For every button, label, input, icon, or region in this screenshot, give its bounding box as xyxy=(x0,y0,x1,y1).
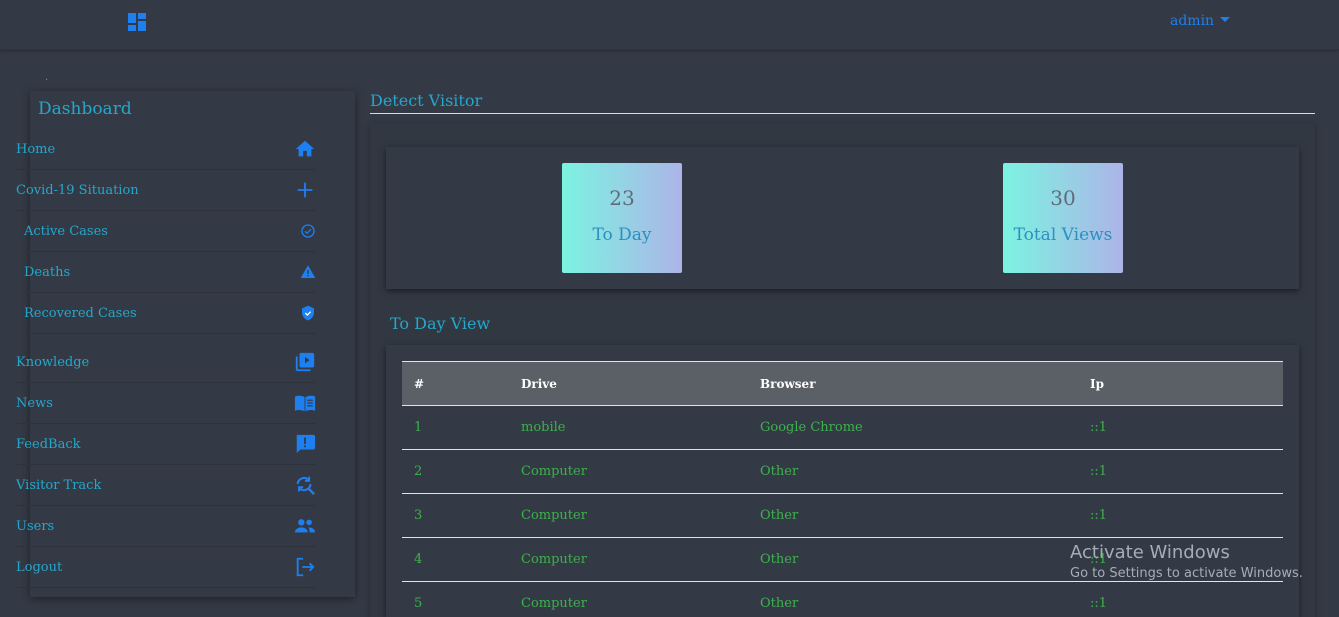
sidebar-title: Dashboard xyxy=(38,99,132,119)
shield-check-icon xyxy=(300,305,316,321)
sidebar-item-label: News xyxy=(16,395,53,411)
decorative-dot: . xyxy=(45,72,49,83)
table-title: To Day View xyxy=(390,314,491,333)
cell-number: 2 xyxy=(414,464,423,479)
page-title: Detect Visitor xyxy=(370,91,483,110)
cell-number: 5 xyxy=(414,596,423,611)
table-header-row: # Drive Browser Ip xyxy=(402,361,1283,406)
cell-ip: ::1 xyxy=(1090,508,1108,523)
sidebar-item-covid-situation[interactable]: Covid-19 Situation xyxy=(16,170,316,211)
cell-browser: Other xyxy=(760,508,799,523)
sidebar-item-label: Recovered Cases xyxy=(24,305,137,321)
stat-today-value: 23 xyxy=(609,186,635,210)
sidebar-item-label: Deaths xyxy=(24,264,71,280)
cell-number: 3 xyxy=(414,508,423,523)
warning-icon xyxy=(300,264,316,280)
stat-today-label: To Day xyxy=(592,225,652,245)
sidebar-item-logout[interactable]: Logout xyxy=(16,547,316,588)
sidebar-item-feedback[interactable]: FeedBack xyxy=(16,424,316,465)
video-library-icon xyxy=(294,351,316,373)
feedback-icon xyxy=(294,433,316,455)
watermark-title: Activate Windows xyxy=(1070,542,1230,563)
home-icon xyxy=(294,138,316,160)
stat-today: 23 To Day xyxy=(562,163,682,273)
logout-icon xyxy=(294,556,316,578)
cell-number: 1 xyxy=(414,420,423,435)
table-row: 5 Computer Other ::1 xyxy=(402,582,1283,617)
sidebar-item-knowledge[interactable]: Knowledge xyxy=(16,342,316,383)
column-header-number: # xyxy=(414,376,425,391)
watermark-subtitle: Go to Settings to activate Windows. xyxy=(1070,566,1303,581)
book-icon xyxy=(294,392,316,414)
cell-browser: Other xyxy=(760,596,799,611)
column-header-drive: Drive xyxy=(521,376,557,391)
cell-drive: Computer xyxy=(521,464,587,479)
cell-browser: Other xyxy=(760,552,799,567)
stat-total-views: 30 Total Views xyxy=(1003,163,1123,273)
caret-down-icon xyxy=(1220,16,1231,22)
cell-drive: mobile xyxy=(521,420,566,435)
sidebar-item-label: Knowledge xyxy=(16,354,90,370)
cell-browser: Other xyxy=(760,464,799,479)
stats-card xyxy=(386,147,1299,289)
sidebar-item-label: Logout xyxy=(16,559,63,575)
search-refresh-icon xyxy=(294,474,316,496)
user-menu-label: admin xyxy=(1170,13,1215,29)
sidebar-item-visitor-track[interactable]: Visitor Track xyxy=(16,465,316,506)
column-header-ip: Ip xyxy=(1090,376,1105,391)
stat-total-views-label: Total Views xyxy=(1013,225,1113,245)
title-divider xyxy=(370,113,1315,114)
cell-ip: ::1 xyxy=(1090,464,1108,479)
table-row: 1 mobile Google Chrome ::1 xyxy=(402,406,1283,450)
sidebar-item-label: Active Cases xyxy=(24,223,108,239)
cell-drive: Computer xyxy=(521,508,587,523)
sidebar-item-news[interactable]: News xyxy=(16,383,316,424)
sidebar-item-label: Home xyxy=(16,141,56,157)
column-header-browser: Browser xyxy=(760,376,816,391)
cell-number: 4 xyxy=(414,552,423,567)
cell-ip: ::1 xyxy=(1090,420,1108,435)
plus-icon xyxy=(294,179,316,201)
sidebar-item-home[interactable]: Home xyxy=(16,129,316,170)
sidebar-item-label: Covid-19 Situation xyxy=(16,182,139,198)
cell-browser: Google Chrome xyxy=(760,420,863,435)
user-menu-dropdown[interactable]: admin xyxy=(1170,13,1231,29)
sidebar-item-label: Visitor Track xyxy=(16,477,102,493)
sidebar-item-label: FeedBack xyxy=(16,436,81,452)
people-icon xyxy=(294,515,316,537)
sidebar-item-users[interactable]: Users xyxy=(16,506,316,547)
sidebar-item-deaths[interactable]: Deaths xyxy=(24,252,316,293)
check-circle-icon xyxy=(300,223,316,239)
windows-activation-watermark: Activate Windows Go to Settings to activ… xyxy=(1070,542,1303,581)
sidebar-item-active-cases[interactable]: Active Cases xyxy=(24,211,316,252)
cell-ip: ::1 xyxy=(1090,596,1108,611)
stat-total-views-value: 30 xyxy=(1050,186,1076,210)
top-navbar: admin xyxy=(0,0,1339,50)
cell-drive: Computer xyxy=(521,552,587,567)
cell-drive: Computer xyxy=(521,596,587,611)
sidebar-item-label: Users xyxy=(16,518,55,534)
dashboard-grid-icon[interactable] xyxy=(127,12,147,32)
table-row: 3 Computer Other ::1 xyxy=(402,494,1283,538)
table-row: 2 Computer Other ::1 xyxy=(402,450,1283,494)
sidebar-item-recovered-cases[interactable]: Recovered Cases xyxy=(24,293,316,334)
